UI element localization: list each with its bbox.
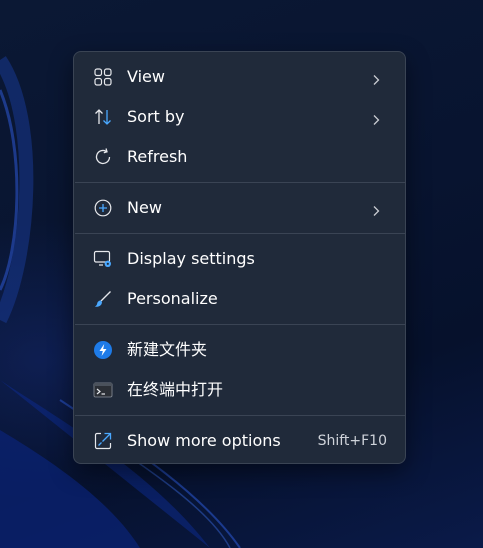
- menu-item-label: Display settings: [127, 249, 255, 268]
- menu-separator: [75, 324, 406, 325]
- display-settings-icon: [93, 249, 113, 269]
- menu-separator: [75, 233, 406, 234]
- menu-item-label: Personalize: [127, 289, 218, 308]
- sort-arrows-icon: [93, 107, 113, 127]
- terminal-icon: [93, 380, 113, 400]
- menu-separator: [75, 182, 406, 183]
- menu-item-display-settings[interactable]: Display settings: [78, 240, 401, 278]
- menu-item-label: New: [127, 198, 162, 217]
- menu-separator: [75, 415, 406, 416]
- keyboard-shortcut: Shift+F10: [317, 433, 387, 449]
- menu-item-new-folder[interactable]: 新建文件夹: [78, 331, 401, 369]
- show-more-options-icon: [93, 431, 113, 451]
- menu-item-label: 新建文件夹: [127, 340, 208, 359]
- chevron-right-icon: [371, 71, 381, 85]
- menu-item-label: Sort by: [127, 107, 185, 126]
- chevron-right-icon: [371, 202, 381, 216]
- menu-item-view[interactable]: View: [78, 58, 401, 96]
- refresh-icon: [93, 147, 113, 167]
- brush-icon: [93, 289, 113, 309]
- menu-item-sort-by[interactable]: Sort by: [78, 98, 401, 136]
- menu-item-new[interactable]: New: [78, 189, 401, 227]
- plus-circle-icon: [93, 198, 113, 218]
- menu-item-show-more-options[interactable]: Show more options Shift+F10: [78, 422, 401, 460]
- desktop-context-menu: View Sort by Refresh New Display setting…: [73, 51, 406, 464]
- menu-item-label: View: [127, 67, 165, 86]
- app-badge-icon: [93, 340, 113, 360]
- menu-item-label: 在终端中打开: [127, 380, 224, 399]
- menu-item-personalize[interactable]: Personalize: [78, 280, 401, 318]
- menu-item-open-in-terminal[interactable]: 在终端中打开: [78, 371, 401, 409]
- desktop-background[interactable]: View Sort by Refresh New Display setting…: [0, 0, 483, 548]
- grid-icon: [93, 67, 113, 87]
- menu-item-refresh[interactable]: Refresh: [78, 138, 401, 176]
- menu-item-label: Show more options: [127, 431, 281, 450]
- chevron-right-icon: [371, 111, 381, 125]
- menu-item-label: Refresh: [127, 147, 188, 166]
